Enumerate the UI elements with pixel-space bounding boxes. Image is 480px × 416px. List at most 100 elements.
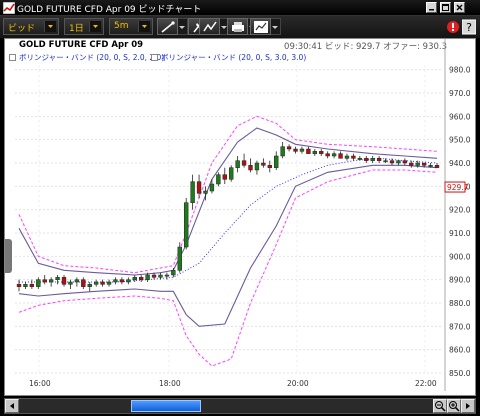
candle-down [29, 284, 35, 287]
price-tick-label: 970.0 [449, 89, 471, 98]
candle-up [344, 155, 350, 159]
candle-down [325, 153, 330, 157]
toolbar: ビッド 1日 5m ? [0, 16, 480, 38]
candle-up [23, 284, 28, 287]
candle-down [139, 277, 144, 280]
alert-button[interactable] [446, 19, 460, 35]
price-chart[interactable]: 980.0970.0960.0950.0940.0930.0920.0910.0… [5, 39, 475, 395]
candle-down [389, 160, 395, 164]
candle-down [151, 274, 157, 278]
bollinger-lower-3sigma [18, 169, 438, 367]
chevron-left-icon [10, 403, 14, 409]
window-title: GOLD FUTURE CFD Apr 09 ビッドチャート [17, 5, 202, 15]
candle-up [203, 190, 208, 194]
price-tick-label: 950.0 [449, 136, 471, 145]
chevron-right-icon [466, 403, 470, 409]
scrollbar-track[interactable] [4, 398, 476, 414]
candle-down [286, 146, 292, 150]
candle-up [36, 279, 41, 287]
title-bar: GOLD FUTURE CFD Apr 09 ビッドチャート [0, 0, 480, 16]
maximize-button[interactable] [440, 2, 451, 13]
candle-up [87, 284, 92, 287]
zoom-in-button[interactable] [447, 399, 461, 413]
candle-up [254, 162, 260, 171]
horizontal-scrollbar[interactable] [0, 396, 480, 416]
price-type-dropdown[interactable]: ビッド [3, 18, 59, 35]
close-button[interactable] [454, 2, 465, 13]
candle-up [280, 146, 285, 157]
candle-up [177, 246, 182, 271]
candle-up [158, 274, 163, 278]
candle-down [42, 279, 47, 283]
price-tick-label: 890.0 [449, 276, 471, 285]
minimize-button[interactable] [426, 2, 437, 13]
candle-up [209, 183, 215, 192]
candle-down [119, 279, 125, 283]
chart-settings-menu[interactable] [271, 18, 281, 35]
price-tick-label: 900.0 [449, 252, 471, 261]
candle-up [132, 277, 137, 280]
maximize-icon [442, 4, 449, 11]
candle-up [126, 279, 131, 283]
bollinger-upper-2sigma [18, 127, 438, 276]
period-dropdown[interactable]: 1日 [64, 18, 104, 35]
price-tick-label: 850.0 [449, 369, 471, 378]
candle-down [376, 158, 382, 161]
zoom-out-button[interactable] [433, 399, 447, 413]
svg-text:?: ? [466, 21, 472, 34]
price-tick-label: 870.0 [449, 322, 471, 331]
candle-down [338, 153, 343, 159]
scroll-right-button[interactable] [461, 399, 475, 413]
candle-down [222, 174, 227, 180]
candle-down [306, 148, 311, 154]
side-panel-handle[interactable] [5, 239, 12, 273]
chart-panel[interactable]: GOLD FUTURE CFD Apr 09 09:30:41 ビッド: 929… [4, 38, 476, 396]
candle-up [55, 277, 60, 280]
interval-value: 5m [114, 21, 129, 31]
candle-up [68, 281, 73, 285]
chart-app-icon [3, 2, 15, 14]
candle-up [331, 153, 337, 157]
candle-down [81, 279, 86, 287]
candle-up [396, 160, 401, 164]
candle-up [48, 279, 54, 283]
candle-down [196, 181, 202, 194]
minimize-icon [429, 9, 434, 11]
candle-up [106, 281, 112, 285]
close-icon [456, 4, 463, 11]
line-draw-icon [160, 21, 175, 33]
candle-up [383, 160, 388, 163]
indicator-button[interactable] [199, 18, 220, 35]
candle-down [364, 158, 369, 161]
scrollbar-thumb[interactable] [130, 400, 202, 412]
price-type-value: ビッド [8, 24, 36, 34]
candle-up [113, 279, 118, 283]
help-button[interactable]: ? [461, 19, 477, 35]
bollinger-lower-2sigma [18, 164, 438, 327]
alert-icon [447, 21, 459, 33]
candle-down [16, 284, 22, 287]
candle-down [421, 162, 427, 166]
interval-dropdown[interactable]: 5m [109, 18, 153, 35]
candle-up [415, 162, 420, 166]
print-icon [231, 22, 244, 32]
chart-settings-button[interactable] [250, 18, 271, 35]
candle-down [434, 165, 440, 168]
candle-down [267, 165, 272, 168]
chevron-down-icon [89, 21, 101, 32]
print-button[interactable] [227, 18, 248, 35]
line-draw-button[interactable] [157, 18, 178, 35]
line-draw-menu[interactable] [178, 18, 188, 35]
candle-up [164, 274, 170, 277]
price-tick-label: 880.0 [449, 299, 471, 308]
price-tick-label: 910.0 [449, 229, 471, 238]
candle-down [241, 160, 247, 166]
candle-up [145, 274, 150, 280]
candle-down [319, 151, 324, 154]
price-tick-label: 940.0 [449, 159, 471, 168]
candle-up [274, 155, 279, 168]
candle-down [351, 155, 356, 159]
scroll-left-button[interactable] [5, 399, 19, 413]
help-icon: ? [461, 19, 477, 35]
period-value: 1日 [69, 24, 84, 34]
